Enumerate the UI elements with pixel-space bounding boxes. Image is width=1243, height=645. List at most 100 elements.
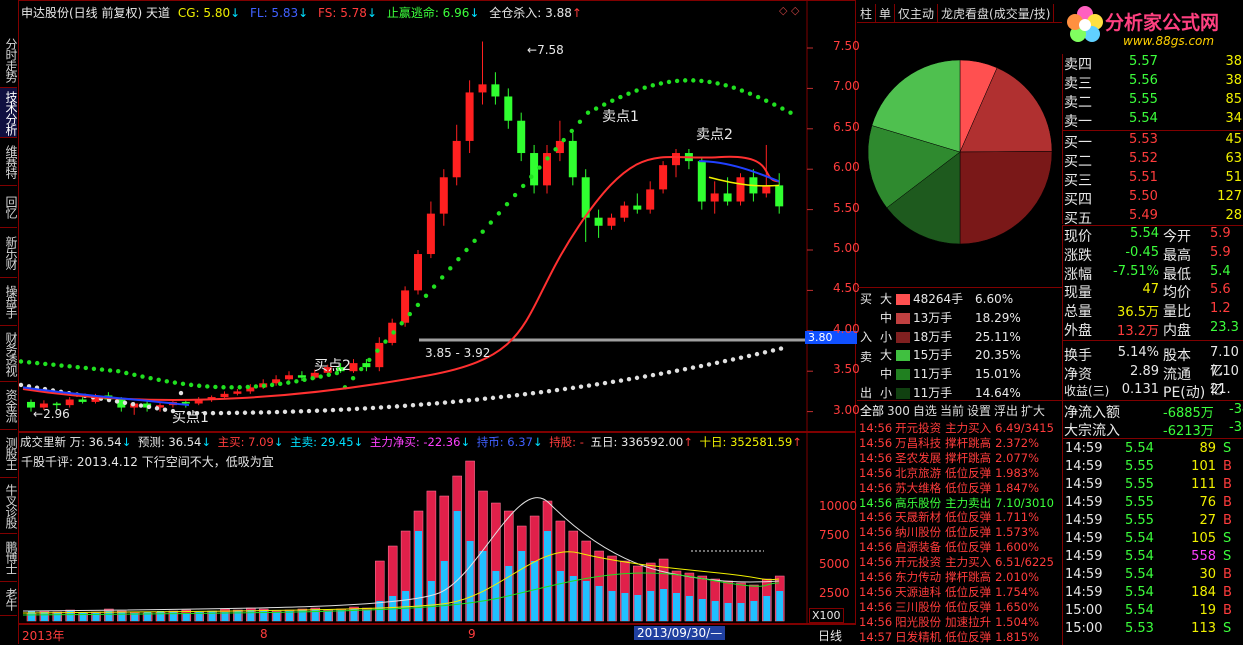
- news-event: 低位反弹: [945, 480, 992, 495]
- right-tab-1[interactable]: 单: [876, 4, 896, 23]
- tick-row: 14:59 5.54 105 S: [1063, 531, 1243, 549]
- tick-row: 14:59 5.55 111 B: [1063, 477, 1243, 495]
- quote-row: 换手 5.14% 股本 7.10亿: [1063, 345, 1243, 379]
- news-event: 主力买入: [945, 421, 992, 435]
- tick-side: S: [1223, 531, 1232, 546]
- quote-row: 涨幅 -7.51% 最低 5.4: [1063, 264, 1243, 283]
- news-row[interactable]: 14:56 开元投资 主力买入 6.49/3415: [859, 420, 1060, 436]
- orderbook-row: 买三 5.51 51: [1063, 170, 1243, 189]
- news-event: 主力买入: [945, 555, 992, 570]
- news-tab-3[interactable]: 当前: [940, 404, 964, 418]
- news-row[interactable]: 14:56 北京旅游 低位反弹 1.983%: [859, 465, 1060, 481]
- window-controls[interactable]: ◇ ◇: [779, 4, 799, 17]
- quote-value2: 5.4: [1210, 263, 1231, 279]
- flow-pie-chart: [867, 59, 1053, 245]
- date-cursor[interactable]: 2013/09/30/—: [634, 626, 726, 640]
- right-tab-3[interactable]: 龙虎看盘(成交量/技): [938, 4, 1055, 23]
- volume-panel[interactable]: 成交里新 万: 36.54↓ 预测: 36.54↓ 主买: 7.09↓ 主卖: …: [18, 432, 857, 624]
- tick-price: 5.53: [1125, 621, 1154, 636]
- period-button[interactable]: 日线: [818, 627, 842, 644]
- orderbook-label: 卖二: [1064, 95, 1092, 111]
- news-time: 14:56: [859, 495, 893, 510]
- sidebar-item-7[interactable]: 资金流: [0, 382, 18, 430]
- sidebar-item-1[interactable]: 技术分析: [0, 88, 18, 138]
- tick-vol: 76: [1199, 495, 1216, 510]
- news-time: 14:56: [859, 435, 893, 450]
- orderbook-price: 5.52: [1129, 151, 1158, 166]
- news-time: 14:56: [859, 570, 893, 584]
- news-row[interactable]: 14:56 万昌科技 撑杆跳高 2.372%: [859, 435, 1060, 451]
- news-row[interactable]: 14:57 日发精机 低位反弹 1.815%: [859, 629, 1060, 644]
- quote-row: 现价 5.54 今开 5.9: [1063, 226, 1243, 245]
- sidebar-item-10[interactable]: 鹏博士: [0, 534, 18, 582]
- sidebar-item-8[interactable]: 测股王: [0, 430, 18, 478]
- news-row[interactable]: 14:56 苏大维格 低位反弹 1.847%: [859, 480, 1060, 496]
- quote-key2: 量比: [1163, 304, 1191, 321]
- sidebar-item-11[interactable]: 老牛: [0, 582, 18, 616]
- tick-vol: 19: [1199, 603, 1216, 618]
- quote-row: 外盘 13.2万 内盘 23.3: [1063, 320, 1243, 339]
- news-val: 1.711%: [995, 510, 1040, 525]
- kline-panel[interactable]: 申达股份(日线 前复权) 天道 CG: 5.80↓ FL: 5.83↓ FS: …: [18, 0, 860, 432]
- vol-name: 成交里新 万: 36.54: [20, 435, 122, 449]
- news-row[interactable]: 14:56 纳川股份 低位反弹 1.573%: [859, 524, 1060, 540]
- quote-key: 现价: [1064, 229, 1092, 245]
- news-tab-4[interactable]: 设置: [967, 404, 991, 418]
- tick-price: 5.54: [1125, 441, 1154, 456]
- news-val: 6.49/3415: [995, 421, 1054, 435]
- sidebar-item-2[interactable]: 维赛特: [0, 138, 18, 186]
- orderbook-price: 5.53: [1129, 132, 1158, 147]
- news-row[interactable]: 14:56 三川股份 低位反弹 1.650%: [859, 599, 1060, 615]
- flow-pct: 20.35%: [975, 348, 1021, 362]
- flow-amount: 11万手: [913, 386, 953, 400]
- orderbook-price: 5.56: [1129, 73, 1158, 88]
- sidebar-item-4[interactable]: 新乐财: [0, 228, 18, 278]
- vol-10day: 十日: 352581.59: [699, 435, 793, 449]
- news-row[interactable]: 14:56 圣农发展 撑杆跳高 2.077%: [859, 450, 1060, 466]
- netflow-row: 大宗流入 -6213万 -30: [1063, 420, 1243, 439]
- high-label: ←7.58: [527, 43, 564, 57]
- quote-key: 总量: [1064, 304, 1092, 321]
- news-tab-5[interactable]: 浮出: [994, 404, 1018, 418]
- news-event: 低位反弹: [945, 540, 992, 555]
- news-row[interactable]: 14:56 阳光股份 加速拉升 1.504%: [859, 614, 1060, 630]
- flow-legend: 买 入 卖 出 大 48264手 6.60% 中 13万手 18.29% 小 18万手 25.1…: [857, 288, 1062, 401]
- order-book: 卖四 5.57 38 卖三 5.56 38 卖二 5.55 85 卖一 5.54 34 买一 5.53 45…: [1062, 54, 1243, 227]
- sidebar-item-9[interactable]: 牛叉诊股: [0, 478, 18, 534]
- news-tab-1[interactable]: 300: [887, 404, 910, 418]
- tick-vol: 105: [1191, 531, 1216, 546]
- orderbook-vol: 38: [1225, 54, 1242, 69]
- news-row[interactable]: 14:56 高乐股份 主力卖出 7.10/3010: [859, 495, 1060, 511]
- news-row[interactable]: 14:56 天源迪科 低位反弹 1.754%: [859, 584, 1060, 600]
- quote-key2: 流通: [1163, 366, 1191, 383]
- right-tab-0[interactable]: 柱: [857, 4, 877, 23]
- orderbook-vol: 38: [1225, 73, 1242, 88]
- news-row[interactable]: 14:56 东力传动 撑杆跳高 2.010%: [859, 569, 1060, 585]
- sidebar-item-3[interactable]: 回忆: [0, 186, 18, 228]
- news-time: 14:56: [859, 525, 893, 540]
- news-tab-0[interactable]: 全部: [860, 404, 884, 418]
- news-val: 1.815%: [995, 629, 1040, 644]
- news-val: 1.983%: [995, 465, 1040, 480]
- sidebar-item-0[interactable]: 分时走势: [0, 32, 18, 88]
- cg-value: CG: 5.80: [177, 6, 231, 20]
- news-tab-2[interactable]: 自选: [913, 404, 937, 418]
- news-row[interactable]: 14:56 天晟新材 低位反弹 1.711%: [859, 509, 1060, 525]
- tick-list: 14:59 5.54 89 S 14:59 5.55 101 B 14:59 5.55 111 B 14…: [1062, 438, 1243, 645]
- news-row[interactable]: 14:56 启源装备 低位反弹 1.600%: [859, 539, 1060, 555]
- news-tab-6[interactable]: 扩大: [1021, 404, 1045, 418]
- news-row[interactable]: 14:56 开元投资 主力买入 6.51/6225: [859, 554, 1060, 570]
- right-tab-2[interactable]: 仅主动: [895, 4, 939, 23]
- quote-key2: 股本: [1163, 347, 1191, 364]
- left-sidebar: 分时走势 技术分析 维赛特 回忆 新乐财 操盘手 财务透视 资金流 测股王 牛叉诊股 鹏博士 老牛: [0, 0, 19, 644]
- orderbook-row: 买一 5.53 45: [1063, 132, 1243, 151]
- price-tick-4: 5.50: [833, 200, 860, 215]
- sidebar-item-6[interactable]: 财务透视: [0, 326, 18, 382]
- flow-size: 中: [880, 311, 893, 325]
- vol-main-sell: 主卖: 29.45: [290, 435, 354, 449]
- orderbook-row: 卖三 5.56 38: [1063, 73, 1243, 92]
- flow-size: 小: [880, 386, 893, 400]
- flow-swatch: [896, 350, 910, 361]
- tick-vol: 113: [1191, 621, 1216, 636]
- sidebar-item-5[interactable]: 操盘手: [0, 278, 18, 326]
